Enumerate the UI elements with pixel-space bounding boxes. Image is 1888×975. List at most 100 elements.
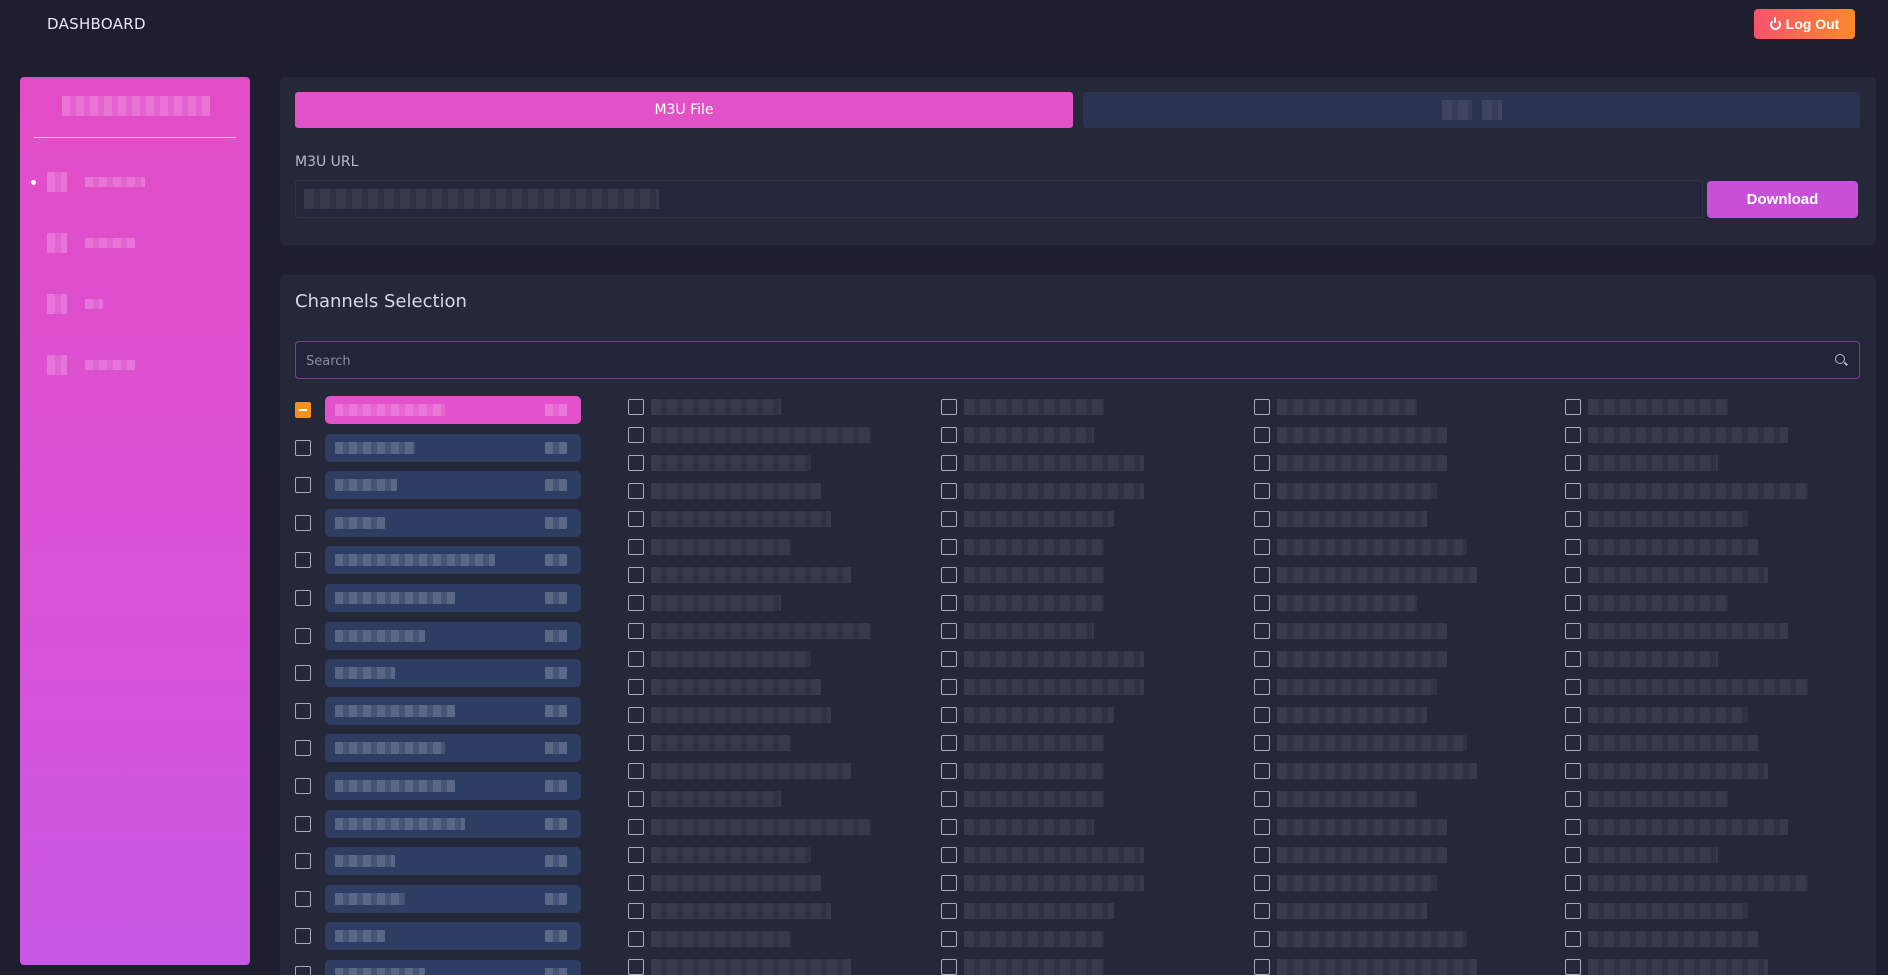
download-button[interactable]: Download [1707, 181, 1858, 218]
channel-checkbox[interactable] [1254, 427, 1270, 443]
channel-checkbox[interactable] [941, 875, 957, 891]
channel-checkbox[interactable] [941, 903, 957, 919]
group-item[interactable] [325, 809, 581, 838]
group-row[interactable] [295, 658, 581, 688]
channel-checkbox[interactable] [628, 819, 644, 835]
group-item[interactable] [325, 922, 581, 951]
channel-checkbox[interactable] [1254, 707, 1270, 723]
channel-checkbox[interactable] [628, 931, 644, 947]
group-checkbox[interactable] [295, 966, 311, 975]
tab-alternate-source[interactable] [1083, 92, 1860, 128]
channel-checkbox[interactable] [628, 455, 644, 471]
group-row[interactable] [295, 470, 581, 500]
channel-item[interactable] [1254, 762, 1477, 780]
channel-checkbox[interactable] [1254, 819, 1270, 835]
channel-item[interactable] [1254, 846, 1447, 864]
channel-checkbox[interactable] [1565, 735, 1581, 751]
m3u-url-input[interactable] [295, 180, 1703, 218]
channel-checkbox[interactable] [1565, 959, 1581, 975]
group-checkbox[interactable] [295, 928, 311, 945]
channel-checkbox[interactable] [1565, 399, 1581, 415]
group-row[interactable] [295, 395, 581, 425]
channel-checkbox[interactable] [1565, 847, 1581, 863]
channel-checkbox[interactable] [628, 679, 644, 695]
channel-item[interactable] [1254, 874, 1437, 892]
channel-item[interactable] [1254, 650, 1447, 668]
channel-checkbox[interactable] [941, 959, 957, 975]
group-row[interactable] [295, 696, 581, 726]
channel-checkbox[interactable] [1254, 931, 1270, 947]
channel-item[interactable] [1565, 958, 1768, 975]
group-item[interactable] [325, 433, 581, 462]
channel-checkbox[interactable] [1254, 651, 1270, 667]
channel-item[interactable] [1254, 566, 1477, 584]
channel-checkbox[interactable] [628, 847, 644, 863]
channel-item[interactable] [628, 510, 831, 528]
channel-item[interactable] [1254, 790, 1417, 808]
channel-checkbox[interactable] [941, 595, 957, 611]
channel-checkbox[interactable] [628, 511, 644, 527]
group-checkbox[interactable] [295, 815, 311, 832]
channel-item[interactable] [1254, 482, 1437, 500]
sidebar-item-2[interactable] [30, 230, 240, 256]
channel-checkbox[interactable] [1565, 483, 1581, 499]
search-icon[interactable] [1835, 354, 1845, 364]
channel-item[interactable] [941, 958, 1104, 975]
channel-item[interactable] [1565, 902, 1748, 920]
channel-checkbox[interactable] [628, 763, 644, 779]
group-checkbox[interactable] [295, 665, 311, 682]
tab-m3u-file[interactable]: M3U File [295, 92, 1073, 128]
channel-item[interactable] [628, 930, 791, 948]
channel-item[interactable] [1565, 398, 1728, 416]
channel-item[interactable] [941, 790, 1104, 808]
group-checkbox[interactable] [295, 853, 311, 870]
channel-item[interactable] [941, 762, 1104, 780]
channel-checkbox[interactable] [628, 539, 644, 555]
channel-item[interactable] [1254, 734, 1467, 752]
group-checkbox[interactable] [295, 778, 311, 794]
channel-item[interactable] [1565, 594, 1728, 612]
channel-item[interactable] [1254, 538, 1467, 556]
channel-search[interactable] [295, 341, 1860, 379]
channel-checkbox[interactable] [628, 567, 644, 583]
channel-checkbox[interactable] [1254, 959, 1270, 975]
channel-item[interactable] [941, 622, 1094, 640]
channel-checkbox[interactable] [941, 735, 957, 751]
channel-checkbox[interactable] [1254, 399, 1270, 415]
group-item[interactable] [325, 884, 581, 913]
group-row[interactable] [295, 433, 581, 463]
channel-item[interactable] [1565, 734, 1758, 752]
channel-item[interactable] [628, 958, 851, 975]
sidebar-item-4[interactable] [30, 352, 240, 378]
group-row[interactable] [295, 959, 581, 975]
sidebar-item-1[interactable] [30, 169, 240, 195]
channel-item[interactable] [628, 902, 831, 920]
channel-checkbox[interactable] [1565, 707, 1581, 723]
group-checkbox[interactable] [295, 477, 311, 494]
channel-item[interactable] [1254, 678, 1437, 696]
channel-item[interactable] [1565, 678, 1808, 696]
channel-checkbox[interactable] [1254, 679, 1270, 695]
channel-item[interactable] [628, 874, 821, 892]
channel-item[interactable] [1254, 958, 1477, 975]
sidebar-item-3[interactable] [30, 291, 240, 317]
channel-item[interactable] [1254, 818, 1447, 836]
group-item[interactable] [325, 471, 581, 500]
channel-item[interactable] [941, 706, 1114, 724]
channel-checkbox[interactable] [1254, 567, 1270, 583]
group-checkbox[interactable] [295, 439, 311, 456]
channel-item[interactable] [628, 706, 831, 724]
channel-item[interactable] [1565, 930, 1758, 948]
channel-checkbox[interactable] [628, 399, 644, 415]
channel-item[interactable] [628, 762, 851, 780]
channel-item[interactable] [1254, 426, 1447, 444]
channel-item[interactable] [628, 566, 851, 584]
channel-checkbox[interactable] [1565, 931, 1581, 947]
channel-item[interactable] [1254, 454, 1447, 472]
channel-checkbox[interactable] [628, 483, 644, 499]
channel-checkbox[interactable] [628, 959, 644, 975]
group-item[interactable] [325, 584, 581, 612]
group-row[interactable] [295, 846, 581, 876]
channel-item[interactable] [941, 650, 1144, 668]
channel-checkbox[interactable] [628, 903, 644, 919]
